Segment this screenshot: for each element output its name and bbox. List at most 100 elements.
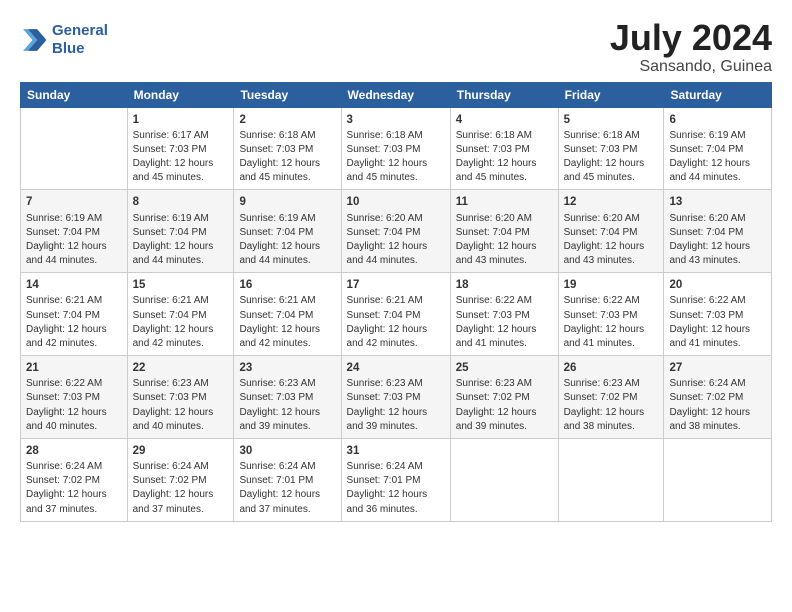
col-thursday: Thursday <box>450 82 558 107</box>
calendar-cell: 31Sunrise: 6:24 AM Sunset: 7:01 PM Dayli… <box>341 438 450 521</box>
cell-info: Sunrise: 6:20 AM Sunset: 7:04 PM Dayligh… <box>347 212 445 269</box>
calendar-cell: 7 Sunrise: 6:19 AM Sunset: 7:04 PM Daylig… <box>21 190 128 273</box>
day-number: 26 <box>564 360 659 376</box>
cell-info: Sunrise: 6:18 AM Sunset: 7:03 PM Dayligh… <box>564 129 659 186</box>
calendar-cell: 6Sunrise: 6:19 AM Sunset: 7:04 PM Daylig… <box>664 107 772 190</box>
day-number: 22 <box>133 360 229 376</box>
calendar-cell: 22Sunrise: 6:23 AM Sunset: 7:03 PM Dayli… <box>127 356 234 439</box>
cell-info: Sunrise: 6:20 AM Sunset: 7:04 PM Dayligh… <box>669 212 766 269</box>
calendar-cell: 29Sunrise: 6:24 AM Sunset: 7:02 PM Dayli… <box>127 438 234 521</box>
day-number: 27 <box>669 360 766 376</box>
day-number: 15 <box>133 277 229 293</box>
day-number: 16 <box>239 277 335 293</box>
calendar-cell: 19Sunrise: 6:22 AM Sunset: 7:03 PM Dayli… <box>558 273 664 356</box>
calendar-cell <box>664 438 772 521</box>
day-number: 8 <box>133 194 229 210</box>
cell-info: Sunrise: 6:18 AM Sunset: 7:03 PM Dayligh… <box>456 129 553 186</box>
day-number: 11 <box>456 194 553 210</box>
cell-info: Sunrise: 6:24 AM Sunset: 7:01 PM Dayligh… <box>347 460 445 517</box>
col-wednesday: Wednesday <box>341 82 450 107</box>
col-friday: Friday <box>558 82 664 107</box>
title-block: July 2024 Sansando, Guinea <box>610 18 772 76</box>
logo: General Blue <box>20 22 108 58</box>
calendar-cell: 4Sunrise: 6:18 AM Sunset: 7:03 PM Daylig… <box>450 107 558 190</box>
calendar-cell: 9 Sunrise: 6:19 AM Sunset: 7:04 PM Daylig… <box>234 190 341 273</box>
calendar-cell: 14Sunrise: 6:21 AM Sunset: 7:04 PM Dayli… <box>21 273 128 356</box>
calendar-cell: 3Sunrise: 6:18 AM Sunset: 7:03 PM Daylig… <box>341 107 450 190</box>
day-number: 5 <box>564 112 659 128</box>
day-number: 3 <box>347 112 445 128</box>
day-number: 23 <box>239 360 335 376</box>
day-number: 4 <box>456 112 553 128</box>
calendar-cell: 16Sunrise: 6:21 AM Sunset: 7:04 PM Dayli… <box>234 273 341 356</box>
cell-info: Sunrise: 6:22 AM Sunset: 7:03 PM Dayligh… <box>456 294 553 351</box>
calendar-cell: 5Sunrise: 6:18 AM Sunset: 7:03 PM Daylig… <box>558 107 664 190</box>
day-number: 29 <box>133 443 229 459</box>
day-number: 13 <box>669 194 766 210</box>
calendar-cell: 11 Sunrise: 6:20 AM Sunset: 7:04 PM Dayli… <box>450 190 558 273</box>
col-monday: Monday <box>127 82 234 107</box>
calendar-cell: 15Sunrise: 6:21 AM Sunset: 7:04 PM Dayli… <box>127 273 234 356</box>
day-number: 25 <box>456 360 553 376</box>
cell-info: Sunrise: 6:21 AM Sunset: 7:04 PM Dayligh… <box>347 294 445 351</box>
calendar-cell <box>450 438 558 521</box>
calendar-cell: 26Sunrise: 6:23 AM Sunset: 7:02 PM Dayli… <box>558 356 664 439</box>
calendar-cell: 13 Sunrise: 6:20 AM Sunset: 7:04 PM Dayli… <box>664 190 772 273</box>
day-number: 24 <box>347 360 445 376</box>
day-number: 18 <box>456 277 553 293</box>
cell-info: Sunrise: 6:21 AM Sunset: 7:04 PM Dayligh… <box>133 294 229 351</box>
cell-info: Sunrise: 6:22 AM Sunset: 7:03 PM Dayligh… <box>26 377 122 434</box>
calendar-cell: 25Sunrise: 6:23 AM Sunset: 7:02 PM Dayli… <box>450 356 558 439</box>
calendar-cell: 17Sunrise: 6:21 AM Sunset: 7:04 PM Dayli… <box>341 273 450 356</box>
cell-info: Sunrise: 6:23 AM Sunset: 7:02 PM Dayligh… <box>564 377 659 434</box>
calendar-cell: 24Sunrise: 6:23 AM Sunset: 7:03 PM Dayli… <box>341 356 450 439</box>
calendar-cell <box>558 438 664 521</box>
calendar-cell: 10 Sunrise: 6:20 AM Sunset: 7:04 PM Dayli… <box>341 190 450 273</box>
day-number: 19 <box>564 277 659 293</box>
cell-info: Sunrise: 6:20 AM Sunset: 7:04 PM Dayligh… <box>564 212 659 269</box>
week-row-2: 7 Sunrise: 6:19 AM Sunset: 7:04 PM Daylig… <box>21 190 772 273</box>
cell-info: Sunrise: 6:23 AM Sunset: 7:03 PM Dayligh… <box>347 377 445 434</box>
cell-info: Sunrise: 6:21 AM Sunset: 7:04 PM Dayligh… <box>26 294 122 351</box>
calendar-cell: 23Sunrise: 6:23 AM Sunset: 7:03 PM Dayli… <box>234 356 341 439</box>
header-row: Sunday Monday Tuesday Wednesday Thursday… <box>21 82 772 107</box>
day-number: 9 <box>239 194 335 210</box>
cell-info: Sunrise: 6:23 AM Sunset: 7:03 PM Dayligh… <box>239 377 335 434</box>
day-number: 6 <box>669 112 766 128</box>
cell-info: Sunrise: 6:22 AM Sunset: 7:03 PM Dayligh… <box>564 294 659 351</box>
month-title: July 2024 <box>610 18 772 58</box>
calendar-cell <box>21 107 128 190</box>
calendar-cell: 2Sunrise: 6:18 AM Sunset: 7:03 PM Daylig… <box>234 107 341 190</box>
day-number: 28 <box>26 443 122 459</box>
cell-info: Sunrise: 6:24 AM Sunset: 7:02 PM Dayligh… <box>133 460 229 517</box>
cell-info: Sunrise: 6:22 AM Sunset: 7:03 PM Dayligh… <box>669 294 766 351</box>
cell-info: Sunrise: 6:19 AM Sunset: 7:04 PM Dayligh… <box>239 212 335 269</box>
col-saturday: Saturday <box>664 82 772 107</box>
cell-info: Sunrise: 6:19 AM Sunset: 7:04 PM Dayligh… <box>669 129 766 186</box>
col-sunday: Sunday <box>21 82 128 107</box>
col-tuesday: Tuesday <box>234 82 341 107</box>
calendar-cell: 1Sunrise: 6:17 AM Sunset: 7:03 PM Daylig… <box>127 107 234 190</box>
cell-info: Sunrise: 6:21 AM Sunset: 7:04 PM Dayligh… <box>239 294 335 351</box>
day-number: 17 <box>347 277 445 293</box>
cell-info: Sunrise: 6:20 AM Sunset: 7:04 PM Dayligh… <box>456 212 553 269</box>
day-number: 20 <box>669 277 766 293</box>
calendar-cell: 18Sunrise: 6:22 AM Sunset: 7:03 PM Dayli… <box>450 273 558 356</box>
calendar-cell: 20Sunrise: 6:22 AM Sunset: 7:03 PM Dayli… <box>664 273 772 356</box>
day-number: 7 <box>26 194 122 210</box>
week-row-1: 1Sunrise: 6:17 AM Sunset: 7:03 PM Daylig… <box>21 107 772 190</box>
week-row-5: 28Sunrise: 6:24 AM Sunset: 7:02 PM Dayli… <box>21 438 772 521</box>
day-number: 30 <box>239 443 335 459</box>
day-number: 2 <box>239 112 335 128</box>
week-row-3: 14Sunrise: 6:21 AM Sunset: 7:04 PM Dayli… <box>21 273 772 356</box>
day-number: 10 <box>347 194 445 210</box>
day-number: 1 <box>133 112 229 128</box>
cell-info: Sunrise: 6:23 AM Sunset: 7:03 PM Dayligh… <box>133 377 229 434</box>
cell-info: Sunrise: 6:19 AM Sunset: 7:04 PM Dayligh… <box>26 212 122 269</box>
cell-info: Sunrise: 6:23 AM Sunset: 7:02 PM Dayligh… <box>456 377 553 434</box>
week-row-4: 21Sunrise: 6:22 AM Sunset: 7:03 PM Dayli… <box>21 356 772 439</box>
day-number: 14 <box>26 277 122 293</box>
calendar-cell: 28Sunrise: 6:24 AM Sunset: 7:02 PM Dayli… <box>21 438 128 521</box>
cell-info: Sunrise: 6:24 AM Sunset: 7:02 PM Dayligh… <box>26 460 122 517</box>
day-number: 31 <box>347 443 445 459</box>
